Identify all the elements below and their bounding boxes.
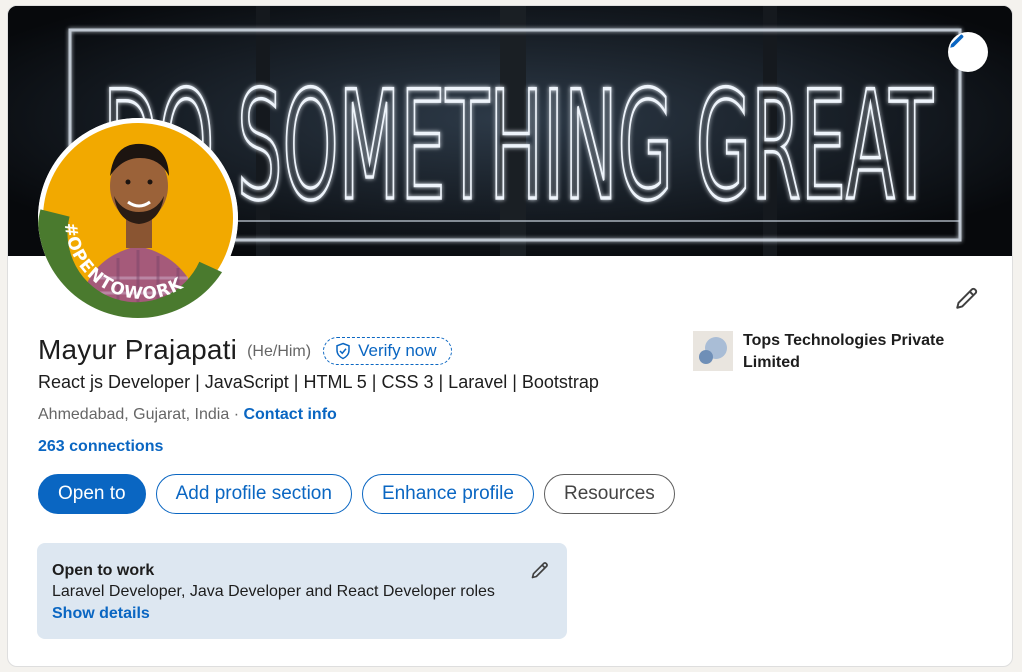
open-to-work-roles: Laravel Developer, Java Developer and Re…: [52, 583, 495, 600]
enhance-profile-button[interactable]: Enhance profile: [361, 474, 534, 514]
profile-photo[interactable]: #OPENTOWORK: [38, 118, 238, 318]
company-logo: [693, 331, 733, 371]
shield-check-icon: [336, 342, 350, 360]
pencil-icon: [950, 34, 964, 48]
verify-label: Verify now: [358, 341, 437, 360]
edit-banner-button[interactable]: [948, 32, 988, 72]
location: Ahmedabad, Gujarat, India: [38, 406, 230, 423]
show-details-link[interactable]: Show details: [52, 603, 552, 625]
profile-actions: Open to Add profile section Enhance prof…: [38, 474, 675, 514]
profile-name: Mayur Prajapati: [38, 334, 238, 365]
avatar-image: #OPENTOWORK: [38, 118, 238, 318]
edit-intro-button[interactable]: [951, 282, 983, 314]
separator: ·: [233, 406, 240, 423]
company-logo-icon: [693, 331, 733, 371]
current-company[interactable]: Tops Technologies Private Limited: [693, 331, 983, 374]
name-row: Mayur Prajapati (He/Him) Verify now: [38, 334, 452, 366]
connections-link[interactable]: 263 connections: [38, 438, 163, 456]
open-to-work-card: Open to work Laravel Developer, Java Dev…: [37, 543, 567, 639]
add-profile-section-button[interactable]: Add profile section: [155, 474, 352, 514]
contact-info-link[interactable]: Contact info: [243, 406, 336, 423]
pronouns: (He/Him): [247, 343, 312, 360]
open-to-work-title: Open to work: [52, 562, 155, 579]
pencil-icon: [531, 562, 548, 579]
verify-now-button[interactable]: Verify now: [323, 337, 452, 365]
edit-open-to-work-button[interactable]: [527, 557, 553, 583]
company-name: Tops Technologies Private Limited: [743, 332, 945, 371]
resources-button[interactable]: Resources: [543, 474, 675, 514]
open-to-button[interactable]: Open to: [38, 474, 146, 514]
profile-headline: React js Developer | JavaScript | HTML 5…: [38, 372, 599, 392]
profile-card: DO SOMETHING GREAT #OPENTOWORK Mayur Pra…: [7, 5, 1013, 667]
location-row: Ahmedabad, Gujarat, India · Contact info: [38, 406, 337, 424]
pencil-icon: [956, 287, 978, 309]
